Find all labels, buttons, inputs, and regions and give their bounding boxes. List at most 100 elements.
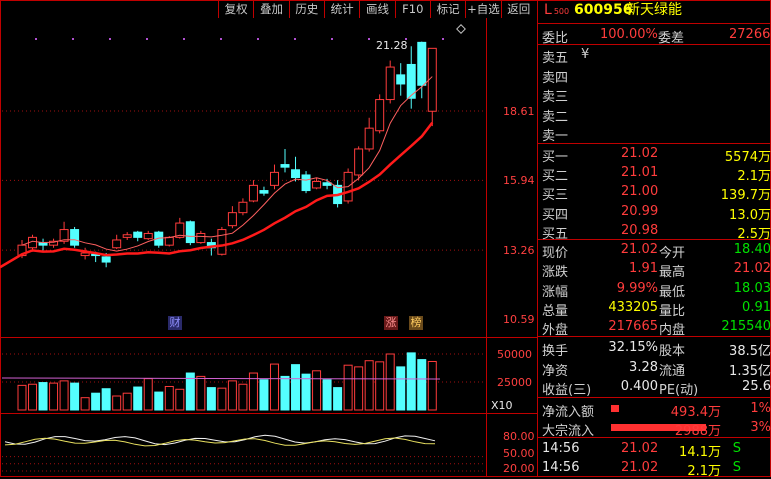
marker-dot <box>109 38 111 40</box>
stat-value: 18.40 <box>733 242 771 257</box>
stat-row: 现价 21.02 今开 18.40 <box>541 240 771 261</box>
stat-value: 217665 <box>608 319 658 335</box>
stat-value: 0.400 <box>620 379 658 394</box>
candle-body <box>238 201 248 214</box>
volume-bar <box>269 363 279 411</box>
candle-body <box>164 236 174 246</box>
volume-bar <box>80 397 90 411</box>
buy-row[interactable]: 买三 21.00 139.7万 <box>541 182 771 204</box>
candle-body <box>396 74 406 85</box>
level-badge: L 500 <box>544 2 570 18</box>
high-price-label: 21.28 <box>376 39 408 52</box>
volume-bar <box>91 392 101 411</box>
marker-dot <box>257 38 259 40</box>
volume-bar <box>217 387 227 411</box>
marker-board[interactable]: 榜 <box>409 316 423 330</box>
price-tick-15-94: 15.94 <box>503 174 535 187</box>
price-tick-13-26: 13.26 <box>503 244 535 257</box>
flow-row: 大宗流入 2988万 3% <box>541 418 771 439</box>
marker-dot <box>368 38 370 40</box>
stat-value: 21.02 <box>620 242 658 257</box>
stat-row: 涨幅 9.99% 最低 18.03 <box>541 279 771 300</box>
volume-bar <box>112 395 122 411</box>
buy-volume: 13.0万 <box>729 207 771 223</box>
candle-body <box>133 231 143 238</box>
buy-level-label: 买二 <box>542 169 569 185</box>
candle-body <box>185 221 195 244</box>
buy-price: 20.98 <box>621 222 659 238</box>
stat-value: 18.03 <box>733 280 771 296</box>
sell-level-label: 卖三 <box>542 90 569 105</box>
diamond-marker <box>456 24 466 34</box>
marker-dot <box>146 38 148 40</box>
candle-body <box>291 169 301 179</box>
stat-value: 0.91 <box>742 299 771 315</box>
volume-bar <box>417 359 427 411</box>
sell-level-label: 卖二 <box>542 109 569 125</box>
volume-bar <box>122 392 132 411</box>
stat2-row: 收益(三) 0.400 PE(动) 25.6 <box>541 377 771 398</box>
stat-label: 总量 <box>542 303 569 319</box>
tick-volume: 2.1万 <box>687 464 721 479</box>
sell-row[interactable]: 卖一 <box>541 123 771 144</box>
tick-row: 14:56 21.02 14.1万 S <box>541 439 771 460</box>
sell-level-label: 卖五 <box>542 51 569 66</box>
volume-bar <box>354 366 364 411</box>
buy-price: 21.00 <box>621 184 659 200</box>
weibi-row: 委比 100.00% 委差 27266 <box>541 25 771 46</box>
buy-volume: 5574万 <box>724 150 771 165</box>
buy-level-label: 买三 <box>542 188 569 204</box>
stat-row: 总量 433205 量比 0.91 <box>541 298 771 319</box>
marker-dot <box>294 38 296 40</box>
tick-side: S <box>732 460 741 475</box>
header-divider <box>537 23 771 24</box>
volume-bar <box>427 360 437 411</box>
marker-finance[interactable]: 财 <box>168 316 182 330</box>
volume-bar <box>322 379 332 411</box>
buy-price: 21.02 <box>621 146 659 161</box>
buy-row[interactable]: 买二 21.01 2.1万 <box>541 163 771 185</box>
sell-volume: ¥ <box>581 47 590 62</box>
stat-label: 现价 <box>542 246 569 261</box>
vol-unit-label: X10 <box>491 399 513 412</box>
stat-label: 股本 <box>659 344 686 359</box>
sell-row[interactable]: 卖四 <box>541 65 771 86</box>
buy-volume: 139.7万 <box>720 188 771 204</box>
marker-limit-up[interactable]: 涨 <box>384 316 398 330</box>
candle-body <box>70 229 80 246</box>
candle-body <box>312 180 322 189</box>
indicator-line-2 <box>4 437 436 447</box>
stat-value: 3.28 <box>629 359 658 375</box>
sell-row[interactable]: 卖三 <box>541 84 771 105</box>
buy-row[interactable]: 买一 21.02 5574万 <box>541 144 771 165</box>
volume-bar <box>164 385 174 411</box>
volume-bar <box>101 388 111 411</box>
candle-body <box>80 252 90 257</box>
marker-dot <box>331 38 333 40</box>
buy-row[interactable]: 买五 20.98 2.5万 <box>541 221 771 242</box>
flow-label: 大宗流入 <box>542 424 595 439</box>
volume-bar <box>38 382 48 411</box>
volume-bar <box>206 387 216 411</box>
vol-tick-25000: 25000 <box>497 376 532 389</box>
volume-bar <box>406 352 416 411</box>
stat-row: 涨跌 1.91 最高 21.02 <box>541 259 771 280</box>
stat-label: 外盘 <box>542 323 569 339</box>
buy-row[interactable]: 买四 20.99 13.0万 <box>541 202 771 223</box>
stat-label: 量比 <box>659 303 686 319</box>
buy-price: 20.99 <box>621 203 659 219</box>
weicha-value: 27266 <box>729 27 771 42</box>
candle-body <box>269 171 279 186</box>
volume-bar <box>312 370 322 411</box>
tick-price: 21.02 <box>621 460 659 475</box>
candle-body <box>280 164 290 168</box>
kline-chart[interactable] <box>0 0 538 477</box>
sell-row[interactable]: 卖五 ¥ <box>541 45 771 66</box>
buy-level-label: 买五 <box>542 226 569 242</box>
sell-row[interactable]: 卖二 <box>541 104 771 125</box>
stat2-row: 净资 3.28 流通 1.35亿 <box>541 358 771 379</box>
volume-bar <box>70 382 80 411</box>
candle-body <box>385 66 395 101</box>
buy-level-label: 买四 <box>542 207 569 223</box>
stat2-row: 换手 32.15% 股本 38.5亿 <box>541 338 771 359</box>
